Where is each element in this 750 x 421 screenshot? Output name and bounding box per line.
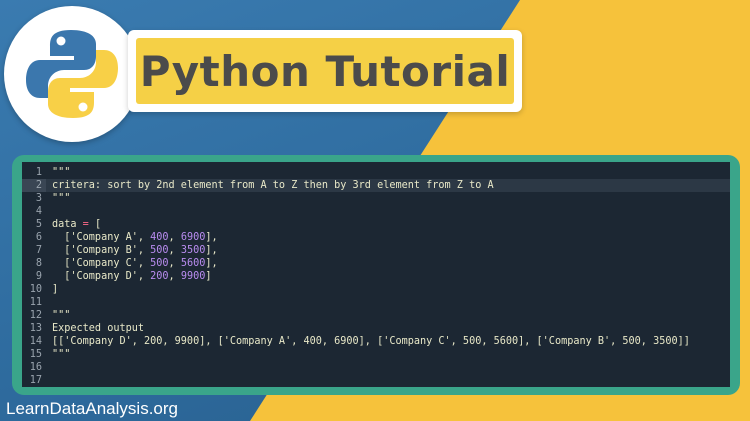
- code-line[interactable]: 17: [22, 374, 730, 387]
- code-token: ],: [205, 258, 218, 269]
- line-source: Expected output: [52, 322, 144, 335]
- line-number: 17: [29, 375, 42, 386]
- code-token: """: [52, 349, 71, 360]
- line-source: ]: [52, 283, 58, 296]
- line-number: 16: [29, 362, 42, 373]
- line-number: 6: [35, 232, 42, 243]
- code-token: 6900: [180, 232, 206, 243]
- line-source: [['Company D', 200, 9900], ['Company A',…: [52, 335, 690, 348]
- code-editor[interactable]: 1 """ 2 critera: sort by 2nd element from A…: [22, 162, 730, 387]
- line-source: ['Company A', 400, 6900],: [52, 231, 218, 244]
- code-token: Expected output: [52, 323, 145, 334]
- line-source: data = [: [52, 218, 101, 231]
- code-line[interactable]: 12 """: [22, 309, 730, 322]
- code-token: ['Company B',: [52, 245, 151, 256]
- code-line[interactable]: 15 """: [22, 348, 730, 361]
- code-token: ],: [205, 245, 218, 256]
- site-url: LearnDataAnalysis.org: [6, 399, 178, 418]
- line-source: ['Company C', 500, 5600],: [52, 257, 218, 270]
- line-number: 10: [29, 284, 42, 295]
- code-line[interactable]: 8 ['Company C', 500, 5600],: [22, 257, 730, 270]
- line-source: """: [52, 348, 70, 361]
- title-banner: Python Tutorial: [128, 30, 522, 112]
- code-token: """: [52, 310, 71, 321]
- line-number: 9: [35, 271, 42, 282]
- code-token: data: [52, 219, 83, 230]
- line-number: 7: [35, 245, 42, 256]
- code-line[interactable]: 2 critera: sort by 2nd element from A to …: [22, 179, 730, 192]
- python-logo-icon: [26, 30, 118, 118]
- code-token: [: [88, 219, 102, 230]
- line-number: 1: [35, 167, 42, 178]
- code-token: 9900: [180, 271, 206, 282]
- code-token: ,: [168, 245, 181, 256]
- code-line[interactable]: 9 ['Company D', 200, 9900]: [22, 270, 730, 283]
- line-source: """: [52, 309, 70, 322]
- code-line[interactable]: 10]: [22, 283, 730, 296]
- code-line[interactable]: 11: [22, 296, 730, 309]
- line-source: """: [52, 166, 70, 179]
- line-number: 4: [35, 206, 42, 217]
- code-token: [['Company D', 200, 9900], ['Company A',…: [52, 336, 690, 347]
- line-number: 14: [29, 336, 42, 347]
- title-banner-inner: Python Tutorial: [136, 38, 514, 104]
- code-token: ]: [205, 271, 212, 282]
- code-token: ],: [205, 232, 218, 243]
- line-number: 11: [29, 297, 42, 308]
- code-line[interactable]: 1 """: [22, 166, 730, 179]
- code-token: 500: [150, 258, 169, 269]
- code-token: """: [52, 193, 71, 204]
- code-token: 400: [150, 232, 169, 243]
- line-number: 3: [35, 193, 42, 204]
- line-source: ['Company B', 500, 3500],: [52, 244, 218, 257]
- line-number: 5: [35, 219, 42, 230]
- code-line[interactable]: 4: [22, 205, 730, 218]
- code-token: 200: [150, 271, 169, 282]
- code-line[interactable]: 7 ['Company B', 500, 3500],: [22, 244, 730, 257]
- code-line[interactable]: 16: [22, 361, 730, 374]
- page-title: Python Tutorial: [139, 46, 511, 96]
- code-line[interactable]: 5 data = [: [22, 218, 730, 231]
- code-token: 500: [150, 245, 169, 256]
- code-line[interactable]: 13 Expected output: [22, 322, 730, 335]
- code-token: """: [52, 167, 71, 178]
- code-token: ['Company A',: [52, 232, 151, 243]
- line-number: 15: [29, 349, 42, 360]
- line-number: 12: [29, 310, 42, 321]
- code-token: ,: [168, 258, 181, 269]
- code-token: ]: [52, 284, 59, 295]
- code-token: ['Company D',: [52, 271, 151, 282]
- code-token: ['Company C',: [52, 258, 151, 269]
- line-number: 13: [29, 323, 42, 334]
- line-number: 8: [35, 258, 42, 269]
- code-token: 3500: [180, 245, 206, 256]
- code-token: ,: [168, 271, 181, 282]
- line-source: """: [52, 192, 70, 205]
- code-editor-frame: 1 """ 2 critera: sort by 2nd element from A…: [12, 155, 740, 395]
- logo-badge: [4, 6, 140, 142]
- code-token: ,: [168, 232, 181, 243]
- line-source: critera: sort by 2nd element from A to Z…: [52, 179, 494, 192]
- code-line[interactable]: 3 """: [22, 192, 730, 205]
- line-number: 2: [35, 180, 42, 191]
- code-line[interactable]: 6 ['Company A', 400, 6900],: [22, 231, 730, 244]
- code-token: critera: sort by 2nd element from A to Z…: [52, 180, 494, 191]
- code-line[interactable]: 14 [['Company D', 200, 9900], ['Company A…: [22, 335, 730, 348]
- code-token: 5600: [180, 258, 206, 269]
- line-source: ['Company D', 200, 9900]: [52, 270, 212, 283]
